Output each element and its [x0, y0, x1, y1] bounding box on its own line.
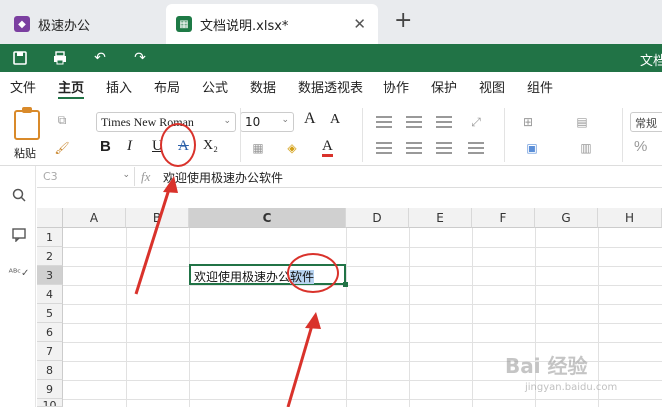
annotation-arrows — [134, 176, 321, 407]
watermark-url: jingyan.baidu.com — [525, 382, 618, 393]
watermark-logo: Bai 经验 — [505, 354, 588, 378]
